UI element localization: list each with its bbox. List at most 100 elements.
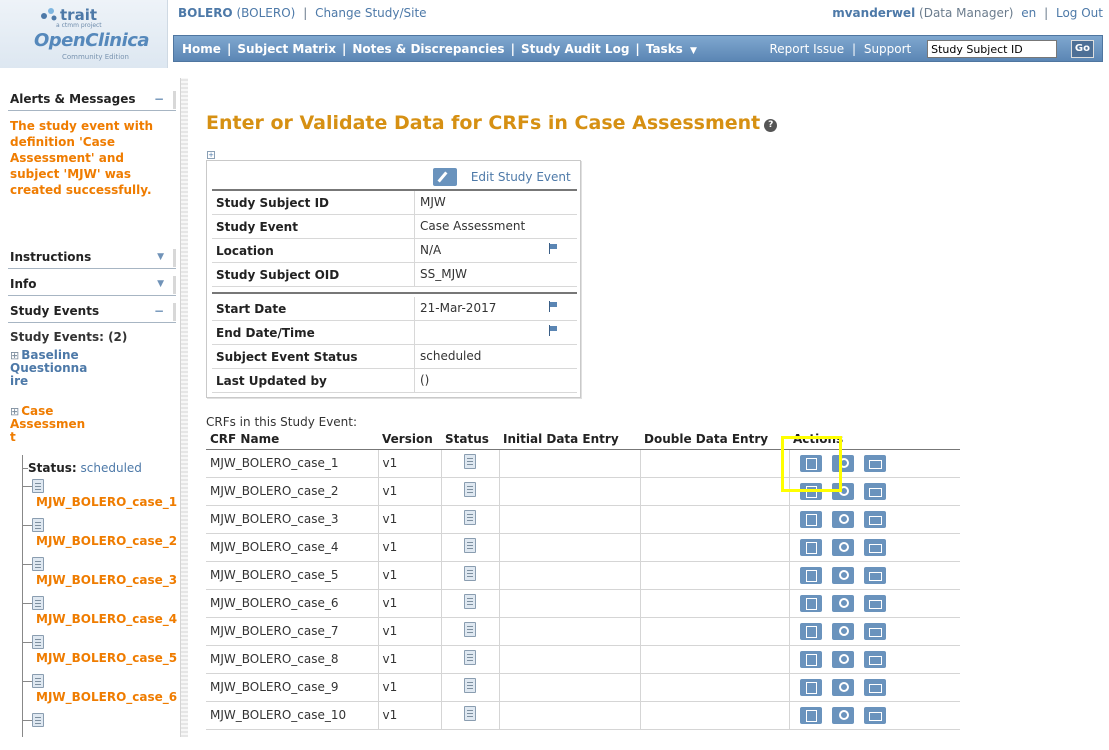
flag-icon[interactable] <box>548 243 560 254</box>
initial-data-entry <box>499 449 641 478</box>
sidebar-crf-label[interactable]: MJW_BOLERO_case_6 <box>36 690 177 704</box>
view-icon[interactable] <box>831 594 854 612</box>
enter-data-icon[interactable] <box>799 482 822 500</box>
view-icon[interactable] <box>831 454 854 472</box>
enter-data-icon[interactable] <box>799 678 822 696</box>
view-icon[interactable] <box>831 650 854 668</box>
edit-study-event[interactable]: Edit Study Event <box>433 168 571 186</box>
separator: | <box>635 42 640 56</box>
sidebar-crf-item[interactable]: MJW_BOLERO_case_3 <box>22 556 182 594</box>
help-icon[interactable]: ? <box>764 119 778 132</box>
enter-data-icon[interactable] <box>799 594 822 612</box>
print-icon[interactable] <box>863 566 886 584</box>
study-events-title: Study Events <box>10 304 100 318</box>
chevron-down-icon[interactable]: ▼ <box>690 46 697 56</box>
edit-study-event-link[interactable]: Edit Study Event <box>471 170 571 184</box>
crf-caption: CRFs in this Study Event: <box>206 415 358 429</box>
info-header[interactable]: Info ▼ <box>8 274 176 296</box>
instructions-header[interactable]: Instructions ▼ <box>8 247 176 269</box>
collapse-icon[interactable]: − <box>154 301 164 321</box>
username[interactable]: mvanderwel <box>832 6 915 20</box>
table-row: MJW_BOLERO_case_2 v1 <box>206 477 960 506</box>
support-link[interactable]: Support <box>864 42 911 56</box>
view-icon[interactable] <box>831 706 854 724</box>
double-data-entry <box>640 673 790 702</box>
enter-data-icon[interactable] <box>799 510 822 528</box>
enter-data-icon[interactable] <box>799 622 822 640</box>
collapse-icon[interactable]: − <box>154 89 164 109</box>
nav-subject-matrix[interactable]: Subject Matrix <box>237 42 336 56</box>
go-button[interactable]: Go <box>1070 40 1094 58</box>
crf-status <box>441 477 500 506</box>
crf-status <box>441 533 500 562</box>
flag-icon[interactable] <box>548 325 560 336</box>
study-event-details: Edit Study Event Study Subject ID MJW Stud… <box>206 160 581 398</box>
enter-data-icon[interactable] <box>799 650 822 668</box>
view-icon[interactable] <box>831 482 854 500</box>
sidebar-crf-label[interactable]: MJW_BOLERO_case_5 <box>36 651 177 665</box>
table-row: MJW_BOLERO_case_1 v1 <box>206 449 960 478</box>
table-row: MJW_BOLERO_case_3 v1 <box>206 505 960 534</box>
event-field-label: End Date/Time <box>216 326 315 340</box>
expand-icon[interactable]: ▼ <box>157 274 164 294</box>
sidebar-crf-item[interactable]: MJW_BOLERO_case_6 <box>22 673 182 711</box>
language-link[interactable]: en <box>1021 6 1036 20</box>
sidebar-crf-item[interactable] <box>22 712 182 750</box>
change-study-link[interactable]: Change Study/Site <box>315 6 427 20</box>
sidebar-crf-item[interactable]: MJW_BOLERO_case_2 <box>22 517 182 555</box>
separator: | <box>510 42 515 56</box>
enter-data-icon[interactable] <box>799 706 822 724</box>
enter-data-icon[interactable] <box>799 566 822 584</box>
crf-document-icon <box>32 557 44 571</box>
sidebar-crf-label[interactable]: MJW_BOLERO_case_3 <box>36 573 177 587</box>
sidebar-crf-label[interactable]: MJW_BOLERO_case_2 <box>36 534 177 548</box>
crf-actions <box>789 589 960 618</box>
crf-document-icon <box>32 596 44 610</box>
sidebar-event-case-assessment[interactable]: ⊞ Case Assessmen t <box>10 405 85 444</box>
expand-icon[interactable]: ▼ <box>157 247 164 267</box>
section-divider <box>212 292 577 294</box>
report-issue-link[interactable]: Report Issue <box>770 42 845 56</box>
expand-icon[interactable]: + <box>207 151 215 159</box>
crf-version: v1 <box>378 561 442 590</box>
nav-notes-discrepancies[interactable]: Notes & Discrepancies <box>352 42 504 56</box>
column-header: Status <box>441 429 499 450</box>
not-started-icon <box>464 454 476 469</box>
enter-data-icon[interactable] <box>799 538 822 556</box>
view-icon[interactable] <box>831 566 854 584</box>
alerts-messages-header[interactable]: Alerts & Messages − <box>8 89 176 111</box>
pencil-icon[interactable] <box>433 168 457 186</box>
print-icon[interactable] <box>863 622 886 640</box>
view-icon[interactable] <box>831 622 854 640</box>
logout-link[interactable]: Log Out <box>1056 6 1103 20</box>
view-icon[interactable] <box>831 538 854 556</box>
print-icon[interactable] <box>863 678 886 696</box>
openclinica-logo[interactable]: trait a ctmm project OpenClinica Communi… <box>0 0 168 68</box>
nav-tasks[interactable]: Tasks <box>646 42 683 56</box>
view-icon[interactable] <box>831 510 854 528</box>
print-icon[interactable] <box>863 454 886 472</box>
study-events-header[interactable]: Study Events − <box>8 301 176 323</box>
crf-version: v1 <box>378 533 442 562</box>
table-header-row: CRF Name Version Status Initial Data Ent… <box>206 429 960 450</box>
print-icon[interactable] <box>863 482 886 500</box>
sidebar-crf-label[interactable]: MJW_BOLERO_case_4 <box>36 612 177 626</box>
sidebar-crf-item[interactable]: MJW_BOLERO_case_5 <box>22 634 182 672</box>
view-icon[interactable] <box>831 678 854 696</box>
crf-version: v1 <box>378 505 442 534</box>
enter-data-icon[interactable] <box>799 454 822 472</box>
nav-study-audit-log[interactable]: Study Audit Log <box>521 42 629 56</box>
flag-icon[interactable] <box>548 301 560 312</box>
crf-document-icon <box>32 674 44 688</box>
sidebar-crf-label[interactable]: MJW_BOLERO_case_1 <box>36 495 177 509</box>
nav-home[interactable]: Home <box>182 42 221 56</box>
sidebar-crf-item[interactable]: MJW_BOLERO_case_4 <box>22 595 182 633</box>
print-icon[interactable] <box>863 538 886 556</box>
sidebar-crf-item[interactable]: MJW_BOLERO_case_1 <box>22 478 182 516</box>
sidebar-event-baseline[interactable]: ⊞ Baseline Questionna ire <box>10 349 87 388</box>
print-icon[interactable] <box>863 510 886 528</box>
print-icon[interactable] <box>863 650 886 668</box>
print-icon[interactable] <box>863 594 886 612</box>
study-subject-search-input[interactable] <box>927 40 1058 58</box>
print-icon[interactable] <box>863 706 886 724</box>
